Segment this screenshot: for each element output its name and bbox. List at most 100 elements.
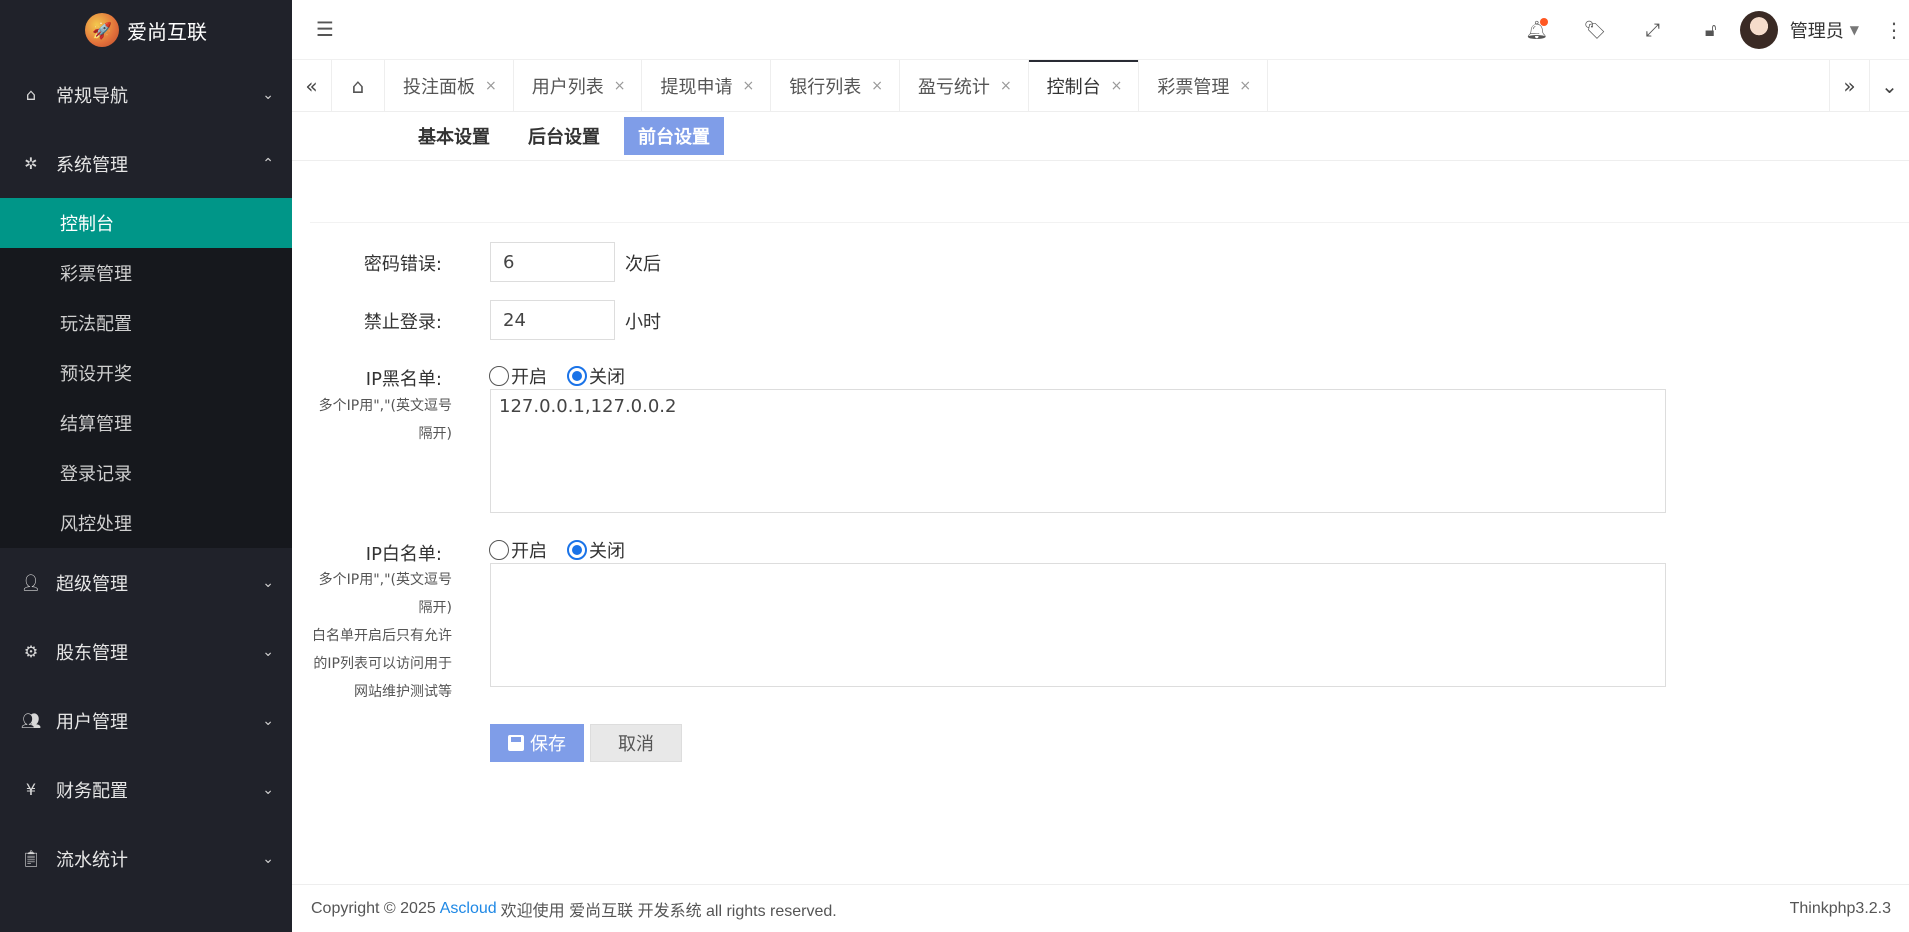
- ip-blacklist-textarea[interactable]: 127.0.0.1,127.0.0.2: [490, 389, 1666, 513]
- tab-bet-panel[interactable]: 投注面板 ×: [385, 60, 514, 112]
- nav-head-general[interactable]: ⌂ 常规导航 ⌄: [0, 60, 292, 129]
- radio-circle: [489, 540, 509, 560]
- tab-withdraw[interactable]: 提现申请 ×: [642, 60, 772, 112]
- close-icon[interactable]: ×: [1239, 78, 1251, 94]
- nav-head-label: 财务配置: [56, 780, 128, 802]
- close-icon[interactable]: ×: [742, 78, 754, 94]
- chevron-down-icon: ⌄: [262, 850, 274, 867]
- nav-head-users[interactable]: 👥︎ 用户管理 ⌄: [0, 686, 292, 755]
- radio-circle: [567, 366, 587, 386]
- chevron-down-icon: ⌄: [262, 574, 274, 591]
- tab-user-list[interactable]: 用户列表 ×: [514, 60, 643, 112]
- footer-text: 欢迎使用 爱尚互联 开发系统 all rights reserved.: [500, 902, 837, 920]
- ban-login-input[interactable]: 24: [490, 300, 615, 340]
- home-icon: ⌂: [25, 85, 37, 104]
- user-name[interactable]: 管理员: [1790, 17, 1844, 43]
- caret-down-icon[interactable]: ▼: [1850, 23, 1859, 37]
- ip-blacklist-radios: 开启 关闭: [489, 363, 645, 389]
- nav-head-shareholder[interactable]: ⚙ 股东管理 ⌄: [0, 617, 292, 686]
- clipboard-icon: 📋︎: [20, 849, 42, 868]
- ip-blacklist-on-radio[interactable]: 开启: [489, 363, 547, 389]
- tag-icon[interactable]: 🏷︎: [1566, 0, 1624, 60]
- close-icon[interactable]: ×: [485, 78, 497, 94]
- ip-whitelist-note-2: 白名单开启后只有允许的IP列表可以访问用于网站维护测试等: [312, 628, 452, 700]
- tab-home[interactable]: ⌂: [332, 60, 385, 112]
- nav-head-stats[interactable]: 📋︎ 流水统计 ⌄: [0, 824, 292, 893]
- floppy-disk-icon: [508, 735, 524, 751]
- nav-head-finance[interactable]: ¥ 财务配置 ⌄: [0, 755, 292, 824]
- tabs-scroll-left-icon[interactable]: «: [292, 60, 332, 112]
- ip-whitelist-label: IP白名单:: [365, 544, 442, 565]
- gear-icon: ✲: [24, 154, 38, 173]
- nav-group-system: ✲ 系统管理 ⌃ 控制台 彩票管理 玩法配置 预设开奖 结算管理 登录记录 风控…: [0, 129, 292, 548]
- ip-blacklist-label: IP黑名单:: [365, 369, 442, 390]
- nav-head-system[interactable]: ✲ 系统管理 ⌃: [0, 129, 292, 198]
- home-icon: ⌂: [351, 74, 365, 98]
- subtab-backend[interactable]: 后台设置: [514, 117, 614, 155]
- chevron-down-icon: ⌄: [262, 712, 274, 729]
- more-vertical-icon[interactable]: ⋮: [1879, 18, 1909, 42]
- tabs-menu-chevron-icon[interactable]: ⌄: [1869, 60, 1909, 112]
- ban-login-unit: 小时: [625, 312, 661, 333]
- nav-head-super[interactable]: 👤︎ 超级管理 ⌄: [0, 548, 292, 617]
- avatar[interactable]: [1739, 11, 1778, 49]
- close-icon[interactable]: ×: [614, 78, 626, 94]
- ip-blacklist-off-radio[interactable]: 关闭: [567, 363, 625, 389]
- ip-whitelist-off-radio[interactable]: 关闭: [567, 537, 625, 563]
- brand-logo[interactable]: 🚀 爱尚互联: [0, 0, 292, 60]
- radio-circle: [489, 366, 509, 386]
- footer: Copyright © 2025 Ascloud 欢迎使用 爱尚互联 开发系统 …: [292, 884, 1909, 932]
- nav-group-super: 👤︎ 超级管理 ⌄: [0, 548, 292, 617]
- sidebar-item-risk-control[interactable]: 风控处理: [0, 498, 292, 548]
- sidebar-item-login-records[interactable]: 登录记录: [0, 448, 292, 498]
- nav-group-finance: ¥ 财务配置 ⌄: [0, 755, 292, 824]
- tab-label: 彩票管理: [1157, 77, 1230, 98]
- tab-bank-list[interactable]: 银行列表 ×: [771, 60, 900, 112]
- nav-sub-system: 控制台 彩票管理 玩法配置 预设开奖 结算管理 登录记录 风控处理: [0, 198, 292, 548]
- header-right: 🔔︎ 🏷︎ ⤢ 🔓︎ 管理员 ▼ ⋮: [1508, 0, 1909, 60]
- users-icon: 👥︎: [20, 711, 42, 730]
- tab-label: 提现申请: [660, 77, 733, 98]
- password-error-input[interactable]: 6: [490, 242, 615, 282]
- radio-label: 关闭: [589, 541, 625, 562]
- menu-toggle-icon[interactable]: ☰: [312, 16, 338, 42]
- sidebar-item-console[interactable]: 控制台: [0, 198, 292, 248]
- nav-head-label: 用户管理: [56, 711, 128, 733]
- ip-whitelist-textarea[interactable]: [490, 563, 1666, 687]
- tab-console[interactable]: 控制台 ×: [1028, 60, 1140, 112]
- user-icon: 👤︎: [20, 573, 42, 592]
- subtab-basic[interactable]: 基本设置: [404, 117, 504, 155]
- tabs-scroll-right-icon[interactable]: »: [1829, 60, 1869, 112]
- tab-profit-stats[interactable]: 盈亏统计 ×: [900, 60, 1029, 112]
- sidebar-item-play-config[interactable]: 玩法配置: [0, 298, 292, 348]
- top-header: ☰ 🔔︎ 🏷︎ ⤢ 🔓︎ 管理员 ▼ ⋮: [292, 0, 1909, 60]
- nav-head-label: 常规导航: [56, 85, 128, 107]
- radio-label: 开启: [511, 541, 547, 562]
- tabs-bar: « ⌂ 投注面板 × 用户列表 × 提现申请 × 银行列表 × 盈亏统计 × 控制台 × 彩…: [292, 60, 1909, 112]
- lock-icon[interactable]: 🔓︎: [1682, 0, 1740, 60]
- chevron-down-icon: ⌄: [262, 643, 274, 660]
- sidebar-item-lottery[interactable]: 彩票管理: [0, 248, 292, 298]
- settings-subtabs: 基本设置 后台设置 前台设置: [404, 117, 734, 155]
- save-button-label: 保存: [530, 734, 566, 755]
- sidebar-item-preset-draw[interactable]: 预设开奖: [0, 348, 292, 398]
- close-icon[interactable]: ×: [871, 78, 883, 94]
- chevron-up-icon: ⌃: [262, 155, 274, 172]
- notification-dot: [1539, 18, 1548, 26]
- subtab-frontend[interactable]: 前台设置: [624, 117, 724, 155]
- nav-group-shareholder: ⚙ 股东管理 ⌄: [0, 617, 292, 686]
- ip-whitelist-on-radio[interactable]: 开启: [489, 537, 547, 563]
- divider: [310, 222, 1909, 223]
- radio-circle: [567, 540, 587, 560]
- close-icon[interactable]: ×: [1000, 78, 1012, 94]
- fullscreen-icon[interactable]: ⤢: [1624, 0, 1682, 60]
- brand-name: 爱尚互联: [127, 19, 207, 44]
- tab-lottery[interactable]: 彩票管理 ×: [1139, 60, 1269, 112]
- ban-login-label: 禁止登录:: [363, 312, 442, 333]
- bell-icon[interactable]: 🔔︎: [1508, 0, 1566, 60]
- close-icon[interactable]: ×: [1111, 78, 1123, 94]
- save-button[interactable]: 保存: [490, 724, 584, 762]
- footer-link[interactable]: Ascloud: [440, 900, 497, 918]
- cancel-button[interactable]: 取消: [590, 724, 682, 762]
- sidebar-item-settlement[interactable]: 结算管理: [0, 398, 292, 448]
